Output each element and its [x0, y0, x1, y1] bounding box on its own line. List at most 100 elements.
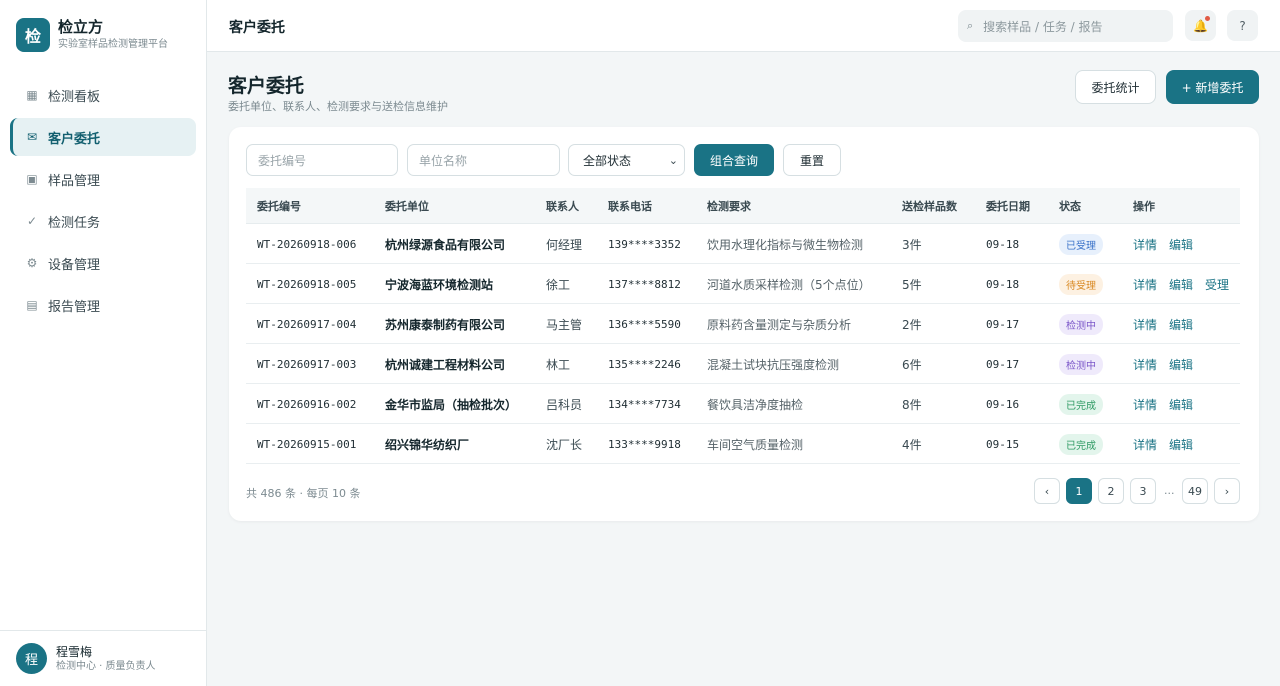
page-button[interactable]: 3 [1130, 478, 1156, 504]
sample-count-cell: 8件 [902, 397, 922, 412]
status-cell: 已完成 [1059, 384, 1103, 424]
column-header: 委托编号 [257, 199, 301, 213]
actions-cell: 详情 编辑 受理 [1133, 264, 1241, 304]
detail-link[interactable]: 详情 [1133, 356, 1157, 373]
edit-link[interactable]: 编辑 [1169, 396, 1193, 413]
notification-button[interactable]: 🔔 [1185, 10, 1216, 41]
search-input[interactable]: ⌕ 搜索样品 / 任务 / 报告 [958, 10, 1173, 42]
table-header: 委托编号 委托单位 联系人 联系电话 检测要求 送检样品数 委托日期 状态 操作 [246, 188, 1240, 224]
sidebar-item-label: 客户委托 [48, 131, 101, 147]
topbar-title: 客户委托 [229, 20, 285, 36]
detail-link[interactable]: 详情 [1133, 276, 1157, 293]
order-no-field[interactable]: 委托编号 [246, 144, 398, 176]
status-badge: 已完成 [1059, 433, 1103, 455]
page-button[interactable]: 2 [1098, 478, 1124, 504]
date-cell: 09-18 [986, 237, 1020, 251]
table-row: WT-20260917-003 杭州诚建工程材料公司 林工 135****2246 混凝… [246, 344, 1240, 384]
edit-link[interactable]: 编辑 [1169, 436, 1193, 453]
status-select-value: 全部状态 [583, 153, 632, 168]
order-no-cell: WT-20260918-005 [257, 277, 357, 291]
unit-cell: 杭州诚建工程材料公司 [385, 357, 506, 372]
next-page-button[interactable]: › [1214, 478, 1240, 504]
edit-link[interactable]: 编辑 [1169, 236, 1193, 253]
accept-link[interactable]: 受理 [1205, 276, 1229, 293]
date-cell: 09-18 [986, 277, 1020, 291]
detail-link[interactable]: 详情 [1133, 236, 1157, 253]
page-button[interactable]: 49 [1182, 478, 1208, 504]
column-header: 联系电话 [608, 199, 652, 213]
sidebar-item-equipment[interactable]: ⚙ 设备管理 [10, 244, 196, 282]
table-row: WT-20260915-001 绍兴锦华纺织厂 沈厂长 133****9918 车间空气… [246, 424, 1240, 464]
contact-cell: 吕科员 [546, 397, 583, 412]
order-no-cell: WT-20260916-002 [257, 397, 357, 411]
query-button[interactable]: 组合查询 [694, 144, 774, 176]
detail-link[interactable]: 详情 [1133, 316, 1157, 333]
status-cell: 已受理 [1059, 224, 1103, 264]
status-badge: 已完成 [1059, 393, 1103, 415]
phone-cell: 136****5590 [608, 317, 681, 331]
detail-link[interactable]: 详情 [1133, 396, 1157, 413]
user-role: 检测中心 · 质量负责人 [56, 661, 156, 672]
stats-button[interactable]: 委托统计 [1075, 70, 1156, 104]
sidebar-item-label: 样品管理 [48, 173, 101, 189]
actions-cell: 详情 编辑 [1133, 384, 1205, 424]
search-placeholder: 搜索样品 / 任务 / 报告 [983, 19, 1103, 34]
unit-cell: 宁波海蓝环境检测站 [385, 277, 494, 292]
date-cell: 09-16 [986, 397, 1020, 411]
sample-box-icon: ▣ [26, 172, 38, 186]
sidebar-item-reports[interactable]: ▤ 报告管理 [10, 286, 196, 324]
sidebar-item-samples[interactable]: ▣ 样品管理 [10, 160, 196, 198]
sample-count-cell: 6件 [902, 357, 922, 372]
status-badge: 已受理 [1059, 233, 1103, 255]
column-header: 委托单位 [385, 199, 429, 213]
status-cell: 已完成 [1059, 424, 1103, 464]
requirement-cell: 车间空气质量检测 [707, 437, 804, 452]
page-button[interactable]: 1 [1066, 478, 1092, 504]
status-select[interactable]: 全部状态 ⌄ [568, 144, 685, 176]
status-badge: 待受理 [1059, 273, 1103, 295]
sidebar-item-client-orders[interactable]: ✉ 客户委托 [10, 118, 196, 156]
sidebar: 检 检立方 实验室样品检测管理平台 ▦ 检测看板 ✉ 客户委托 ▣ 样品管理 ✓ 检测任… [0, 0, 207, 686]
edit-link[interactable]: 编辑 [1169, 356, 1193, 373]
actions-cell: 详情 编辑 [1133, 304, 1205, 344]
date-cell: 09-17 [986, 357, 1020, 371]
order-no-cell: WT-20260918-006 [257, 237, 357, 251]
phone-cell: 133****9918 [608, 437, 681, 451]
add-order-button[interactable]: + 新增委托 [1166, 70, 1259, 104]
help-button[interactable]: ? [1227, 10, 1258, 41]
column-header: 检测要求 [707, 199, 751, 213]
unit-name-field[interactable]: 单位名称 [407, 144, 560, 176]
date-cell: 09-15 [986, 437, 1020, 451]
phone-cell: 137****8812 [608, 277, 681, 291]
edit-link[interactable]: 编辑 [1169, 276, 1193, 293]
brand-subtitle: 实验室样品检测管理平台 [58, 39, 168, 50]
edit-link[interactable]: 编辑 [1169, 316, 1193, 333]
detail-link[interactable]: 详情 [1133, 436, 1157, 453]
reset-button[interactable]: 重置 [783, 144, 841, 176]
unit-cell: 杭州绿源食品有限公司 [385, 237, 506, 252]
user-name: 程雪梅 [56, 645, 93, 659]
orders-card: 委托编号 单位名称 全部状态 ⌄ 组合查询 重置 委托编号 委托单位 联系人 联… [229, 127, 1259, 521]
pagination-summary: 共 486 条 · 每页 10 条 [246, 487, 361, 500]
phone-cell: 134****7734 [608, 397, 681, 411]
table-body: WT-20260918-006 杭州绿源食品有限公司 何经理 139****3352 饮… [246, 224, 1240, 464]
sidebar-item-label: 检测任务 [48, 215, 101, 231]
status-badge: 检测中 [1059, 353, 1103, 375]
sidebar-item-tasks[interactable]: ✓ 检测任务 [10, 202, 196, 240]
date-cell: 09-17 [986, 317, 1020, 331]
unit-cell: 苏州康泰制药有限公司 [385, 317, 506, 332]
sidebar-item-label: 设备管理 [48, 257, 101, 273]
sidebar-item-label: 报告管理 [48, 299, 101, 315]
column-header: 委托日期 [986, 199, 1030, 213]
brand-name: 检立方 [58, 18, 104, 36]
phone-cell: 135****2246 [608, 357, 681, 371]
user-profile[interactable]: 程 程雪梅 检测中心 · 质量负责人 [0, 630, 206, 686]
status-cell: 待受理 [1059, 264, 1103, 304]
sample-count-cell: 5件 [902, 277, 922, 292]
actions-cell: 详情 编辑 [1133, 344, 1205, 384]
sidebar-item-dashboard[interactable]: ▦ 检测看板 [10, 76, 196, 114]
prev-page-button[interactable]: ‹ [1034, 478, 1060, 504]
status-cell: 检测中 [1059, 304, 1103, 344]
contact-cell: 沈厂长 [546, 437, 583, 452]
requirement-cell: 饮用水理化指标与微生物检测 [707, 237, 864, 252]
